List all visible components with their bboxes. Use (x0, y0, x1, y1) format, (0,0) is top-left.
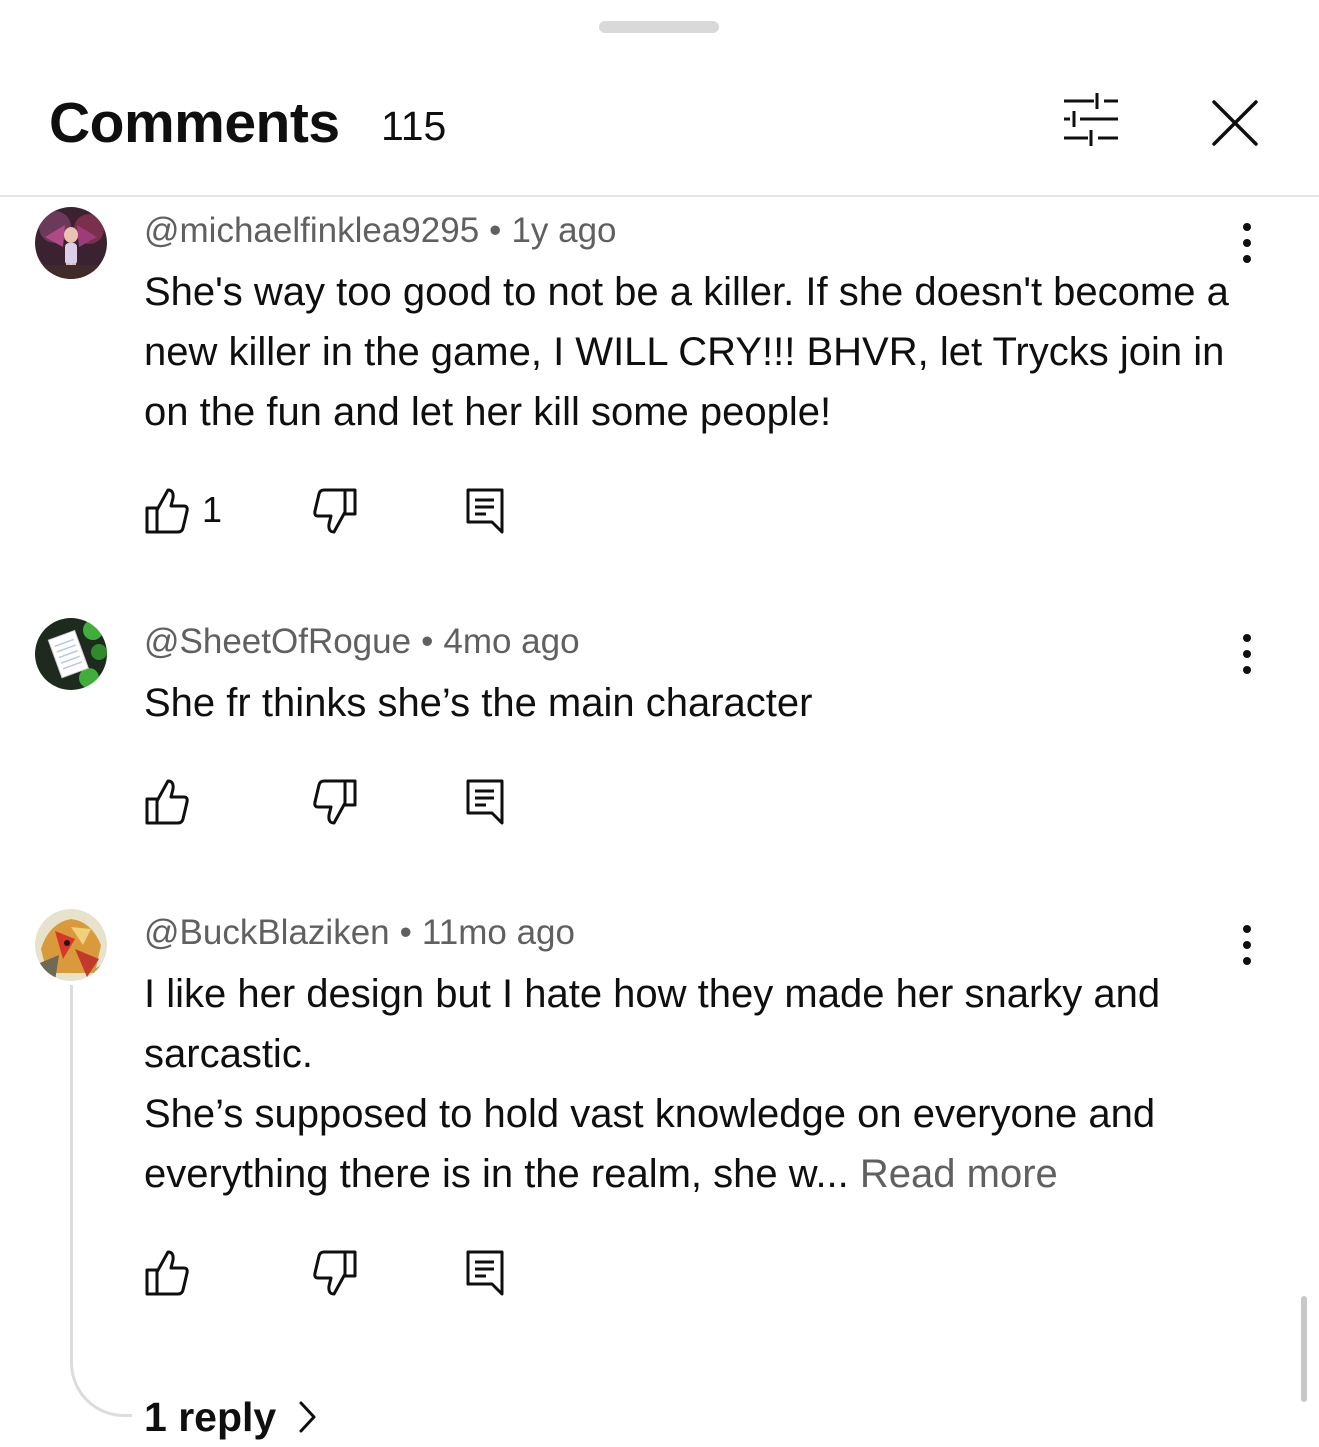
chevron-right-icon (299, 1401, 316, 1433)
comment-time: 1y ago (511, 211, 617, 250)
comment-text: I like her design but I hate how they ma… (144, 964, 1229, 1204)
reply-button[interactable] (464, 1248, 506, 1298)
comments-title: Comments (49, 91, 340, 155)
comment-actions (144, 777, 544, 827)
reply-button[interactable] (464, 777, 506, 827)
drag-handle[interactable] (599, 21, 719, 33)
replies-count-label: 1 reply (144, 1394, 277, 1440)
separator-dot: • (489, 211, 502, 250)
thumbs-up-icon (145, 488, 189, 534)
comment-meta: @SheetOfRogue • 4mo ago (144, 620, 580, 664)
avatar[interactable] (35, 618, 107, 690)
comment-time: 11mo ago (421, 913, 575, 952)
avatar[interactable] (35, 207, 107, 279)
comment-paragraph: I like her design but I hate how they ma… (144, 972, 1161, 1076)
comment-reply-icon (466, 488, 504, 534)
comment-text: She's way too good to not be a killer. I… (144, 262, 1229, 442)
comment-author[interactable]: @SheetOfRogue (144, 622, 411, 661)
dislike-button[interactable] (312, 486, 358, 536)
dislike-button[interactable] (312, 1248, 358, 1298)
separator-dot: • (421, 622, 434, 661)
comment-actions: 1 (144, 486, 544, 536)
thumbs-down-icon (313, 1250, 357, 1296)
like-button[interactable] (144, 777, 190, 827)
comment-paragraph: She fr thinks she’s the main character (144, 681, 813, 725)
thumbs-up-icon (145, 779, 189, 825)
comment-actions (144, 1248, 544, 1298)
comment-reply-icon (466, 779, 504, 825)
read-more-link[interactable]: Read more (860, 1152, 1058, 1196)
comment-time: 4mo ago (443, 622, 580, 661)
comment-reply-icon (466, 1250, 504, 1296)
comment-author[interactable]: @BuckBlaziken (144, 913, 390, 952)
comment-paragraph: She’s supposed to hold vast knowledge on… (144, 1084, 1229, 1204)
comment-paragraph: She's way too good to not be a killer. I… (144, 270, 1229, 434)
comment-meta: @BuckBlaziken • 11mo ago (144, 911, 575, 955)
dislike-button[interactable] (312, 777, 358, 827)
separator-dot: • (399, 913, 412, 952)
more-options-icon[interactable] (1228, 222, 1266, 266)
comments-count: 115 (381, 103, 447, 149)
like-button[interactable]: 1 (144, 486, 254, 536)
thumbs-up-icon (145, 1250, 189, 1296)
view-replies-button[interactable]: 1 reply (144, 1392, 318, 1442)
comments-header: Comments 115 (0, 60, 1319, 197)
thumbs-down-icon (313, 779, 357, 825)
reply-button[interactable] (464, 486, 506, 536)
avatar[interactable] (35, 909, 107, 981)
sliders-icon[interactable] (1060, 92, 1122, 150)
comment-text: She fr thinks she’s the main character (144, 673, 1229, 733)
comment-meta: @michaelfinklea9295 • 1y ago (144, 209, 617, 253)
more-options-icon[interactable] (1228, 924, 1266, 968)
comment-author[interactable]: @michaelfinklea9295 (144, 211, 479, 250)
scrollbar[interactable] (1301, 1296, 1307, 1402)
thumbs-down-icon (313, 488, 357, 534)
like-button[interactable] (144, 1248, 190, 1298)
reply-thread-line (70, 985, 132, 1417)
close-icon[interactable] (1206, 96, 1264, 154)
like-count: 1 (202, 489, 223, 530)
comments-sheet: Comments 115 @michaelfinklea9295 • 1y ag… (0, 0, 1319, 1447)
more-options-icon[interactable] (1228, 633, 1266, 677)
